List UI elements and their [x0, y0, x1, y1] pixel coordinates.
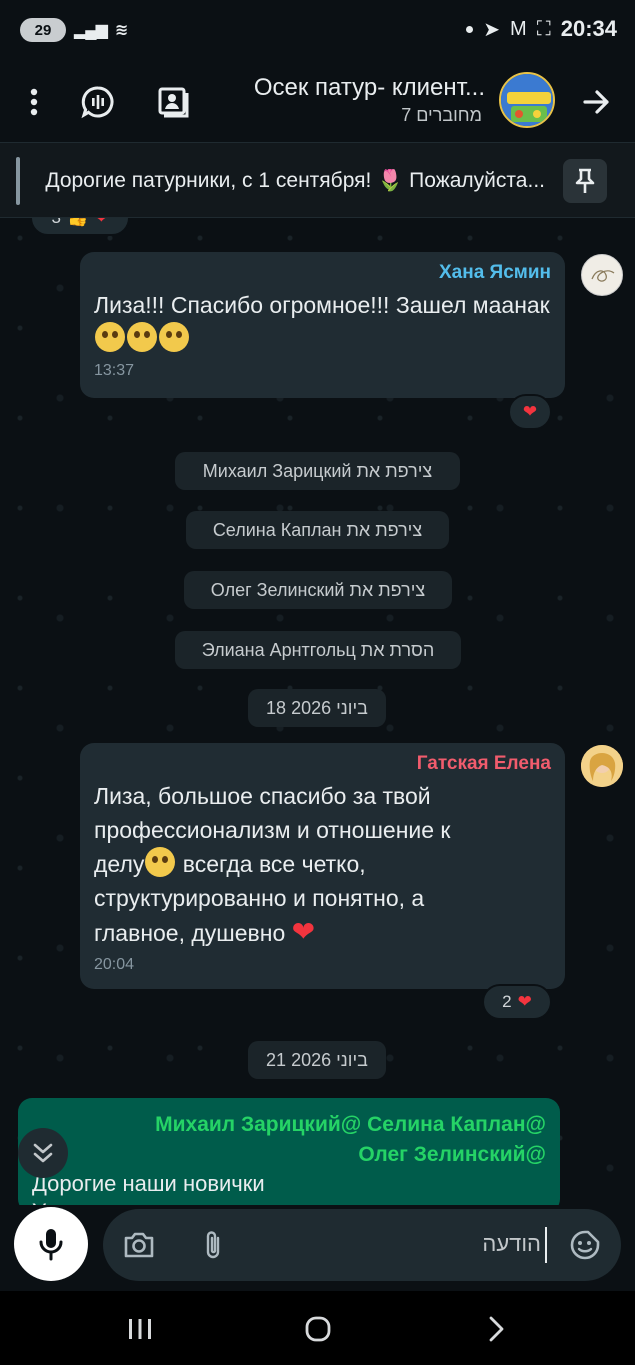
- message-bubble[interactable]: Хана Ясмин Лиза!!! Спасибо огромное!!! З…: [80, 252, 565, 398]
- screenshot-icon: ⛶: [536, 17, 551, 40]
- system-nav-bar: [0, 1291, 635, 1365]
- message-text: Лиза!!! Спасибо огромное!!! Зашел маанак: [94, 288, 551, 356]
- heart-reaction-count[interactable]: 2 ❤: [482, 984, 552, 1020]
- text-cursor: [545, 1227, 547, 1263]
- system-message: Михаил Зарицкий צירפת את: [175, 452, 460, 490]
- contact-card-icon[interactable]: [153, 82, 193, 122]
- status-bar: 29 ▂▄▆ ≋ ➤ M ⛶ 20:34: [0, 0, 635, 62]
- notification-dot: [466, 25, 474, 33]
- heart-emoji: ❤: [291, 916, 316, 947]
- mentions-line[interactable]: Олег Зелинский@: [32, 1140, 546, 1170]
- system-message: Селина Каплан צירפת את: [186, 511, 449, 549]
- message-text: Лиза, большое спасибо за твой профессион…: [94, 783, 451, 947]
- system-message: Олег Зелинский צירפת את: [184, 571, 452, 609]
- battery-indicator: 29: [20, 18, 66, 42]
- chat-title[interactable]: Осек патур- клиент...: [254, 74, 485, 102]
- message-text: Дорогие наши новички: [32, 1171, 265, 1196]
- home-icon[interactable]: [298, 1311, 338, 1347]
- avatar-hana[interactable]: [581, 254, 623, 296]
- date-divider: 21 ביוני 2026: [248, 1041, 386, 1079]
- pleading-face-emoji: [94, 322, 190, 352]
- input-container: [103, 1209, 621, 1281]
- online-count: 7 מחוברים: [401, 105, 482, 125]
- telegram-icon: ➤: [483, 18, 501, 41]
- message-time: 20:04: [94, 956, 135, 973]
- chat-area[interactable]: 3👍❤ Хана Ясмин Лиза!!! Спасибо огромное!…: [0, 218, 635, 1210]
- pin-icon[interactable]: [563, 159, 607, 203]
- group-avatar[interactable]: [499, 72, 555, 128]
- pinned-message-bar[interactable]: ...Дорогие патурники, с 1 сентября! 🌷 По…: [0, 142, 635, 218]
- mentions-line[interactable]: Михаил Зарицкий@ Селина Каплан@: [32, 1110, 546, 1140]
- sticker-icon[interactable]: [567, 1227, 603, 1263]
- attach-icon[interactable]: [195, 1227, 231, 1263]
- gmail-icon: M: [510, 17, 527, 40]
- scroll-down-button[interactable]: [18, 1128, 68, 1178]
- recent-apps-icon[interactable]: [120, 1311, 160, 1347]
- outgoing-message-bubble[interactable]: Михаил Зарицкий@ Селина Каплан@ Олег Зел…: [18, 1098, 560, 1210]
- pinned-text: ...Дорогие патурники, с 1 сентября! 🌷 По…: [45, 169, 545, 192]
- message-bubble[interactable]: Гатская Елена Лиза, большое спасибо за т…: [80, 743, 565, 989]
- wifi-icon: ≋: [114, 22, 128, 39]
- sender-name[interactable]: Хана Ясмин: [94, 262, 551, 284]
- more-options-icon[interactable]: [14, 82, 54, 122]
- back-icon[interactable]: [476, 1311, 516, 1347]
- avatar-elena[interactable]: [581, 745, 623, 787]
- microphone-button[interactable]: [14, 1207, 88, 1281]
- sender-name[interactable]: Гатская Елена: [94, 753, 551, 775]
- message-time: 13:37: [94, 362, 135, 379]
- voice-chat-icon[interactable]: [78, 82, 118, 122]
- message-input[interactable]: [241, 1231, 541, 1257]
- signal-icon: ▂▄▆: [74, 22, 108, 39]
- heart-reaction[interactable]: ❤: [508, 394, 552, 430]
- camera-icon[interactable]: [121, 1227, 157, 1263]
- back-arrow-icon[interactable]: [577, 82, 617, 122]
- message-composer: [0, 1205, 635, 1291]
- date-divider: 18 ביוני 2026: [248, 689, 386, 727]
- hugging-face-emoji: [145, 847, 176, 877]
- system-message: Элиана Арнтгольц הסרת את: [175, 631, 461, 669]
- clock: 20:34: [560, 16, 617, 41]
- previous-reaction[interactable]: 3👍❤: [30, 218, 130, 236]
